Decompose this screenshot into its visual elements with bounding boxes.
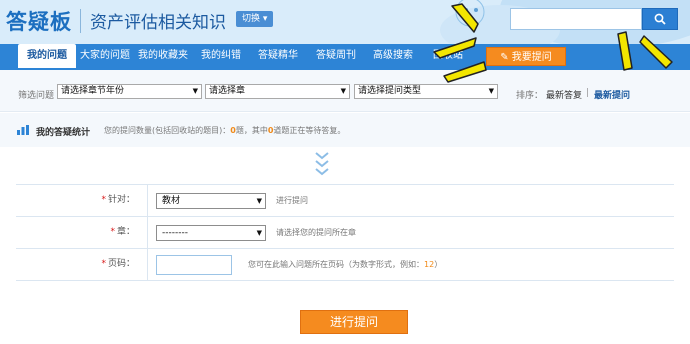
dropdown-arrow-icon: ▼ [192, 87, 198, 95]
target-select[interactable]: 教材 ▼ [156, 193, 266, 209]
nav-weekly[interactable]: 答疑周刊 [308, 44, 364, 68]
nav-recycle-bin[interactable]: 回收站 [424, 44, 472, 68]
filter-label: 筛选问题 [18, 91, 55, 101]
page-label: 页码： [107, 259, 135, 269]
form-label-chapter: * 章： [16, 217, 148, 248]
search-button[interactable] [642, 8, 678, 30]
form-row-chapter: * 章： -------- ▼ 请选择您的提问所在章 [16, 217, 674, 249]
select-value: -------- [162, 228, 188, 238]
switch-label: 切换 [242, 14, 261, 24]
required-marker: * [101, 259, 106, 269]
chevron-down-icon [315, 152, 329, 176]
page-hint-prefix: 您可在此输入问题所在页码（为数字形式，例如： [248, 260, 424, 269]
stats-text-mid: 题，其中 [235, 126, 268, 135]
nav-advanced-search[interactable]: 高级搜索 [364, 44, 422, 68]
nav-my-questions[interactable]: 我的问题 [18, 44, 76, 68]
ask-form: * 针对： 教材 ▼ 进行提问 * 章： -------- ▼ 请选择您的提问所在章 *… [16, 184, 674, 281]
required-marker: * [101, 195, 106, 205]
select-value: 教材 [162, 196, 181, 206]
target-hint: 进行提问 [276, 196, 308, 205]
page-hint: 您可在此输入问题所在页码（为数字形式，例如：12） [248, 259, 442, 270]
nav-my-corrections[interactable]: 我的纠错 [194, 44, 248, 68]
page-hint-suffix: ） [434, 260, 443, 269]
search-icon [654, 13, 666, 25]
subject-title: 资产评估相关知识 [90, 13, 226, 33]
dropdown-arrow-icon: ▼ [256, 197, 262, 205]
chapter-select[interactable]: 请选择章 ▼ [205, 84, 350, 99]
target-label: 针对： [107, 195, 135, 205]
select-value: 请选择章 [209, 86, 246, 96]
logo-text[interactable]: 答疑板 [6, 6, 72, 36]
form-label-page: * 页码： [16, 249, 148, 280]
chapter-hint: 请选择您的提问所在章 [276, 228, 356, 237]
filter-bar: 筛选问题 请选择章节年份 ▼ 请选择章 ▼ 请选择提问类型 ▼ 排序： 最新答复 | … [0, 70, 690, 112]
bar-chart-icon [17, 125, 29, 135]
stats-title: 我的答疑统计 [36, 128, 91, 138]
form-row-target: * 针对： 教材 ▼ 进行提问 [16, 185, 674, 217]
dropdown-arrow-icon: ▼ [256, 229, 262, 237]
sort-latest-answer-link[interactable]: 最新答复 [546, 88, 582, 101]
ask-question-button[interactable]: ✎ 我要提问 [486, 47, 566, 66]
nav-featured-answers[interactable]: 答疑精华 [250, 44, 306, 68]
chapter-label: 章： [116, 227, 135, 237]
chapter-year-select[interactable]: 请选择章节年份 ▼ [57, 84, 202, 99]
nav-everyones-questions[interactable]: 大家的问题 [76, 44, 134, 68]
required-marker: * [110, 227, 115, 237]
caret-down-icon: ▾ [262, 14, 268, 24]
sort-separator: | [586, 88, 590, 98]
stats-text-suffix: 道题正在等待答复。 [273, 126, 346, 135]
dropdown-arrow-icon: ▼ [488, 87, 494, 95]
stats-summary: 您的提问数量(包括回收站的题目)：0题，其中0道题正在等待答复。 [104, 125, 345, 136]
question-type-select[interactable]: 请选择提问类型 ▼ [354, 84, 498, 99]
main-nav: 我的问题 大家的问题 我的收藏夹 我的纠错 答疑精华 答疑周刊 高级搜索 回收站 [0, 44, 690, 68]
select-value: 请选择章节年份 [61, 86, 125, 96]
stats-text-prefix: 您的提问数量(包括回收站的题目)： [104, 126, 231, 135]
stats-bar: 我的答疑统计 您的提问数量(包括回收站的题目)：0题，其中0道题正在等待答复。 [0, 113, 690, 147]
search-input[interactable] [510, 8, 642, 30]
page-number-input[interactable] [156, 255, 232, 275]
submit-question-button[interactable]: 进行提问 [300, 310, 408, 334]
logo-divider [80, 9, 81, 33]
switch-subject-button[interactable]: 切换 ▾ [236, 11, 274, 27]
select-value: 请选择提问类型 [358, 86, 422, 96]
form-chapter-select[interactable]: -------- ▼ [156, 225, 266, 241]
form-label-target: * 针对： [16, 185, 148, 216]
nav-favorites[interactable]: 我的收藏夹 [134, 44, 192, 68]
dropdown-arrow-icon: ▼ [340, 87, 346, 95]
sort-latest-question-link[interactable]: 最新提问 [594, 88, 630, 101]
ask-label: 我要提问 [511, 52, 552, 63]
sort-label: 排序： [516, 91, 544, 101]
form-row-page: * 页码： 您可在此输入问题所在页码（为数字形式，例如：12） [16, 249, 674, 281]
pencil-icon: ✎ [500, 52, 509, 63]
page-hint-example: 12 [424, 260, 435, 269]
